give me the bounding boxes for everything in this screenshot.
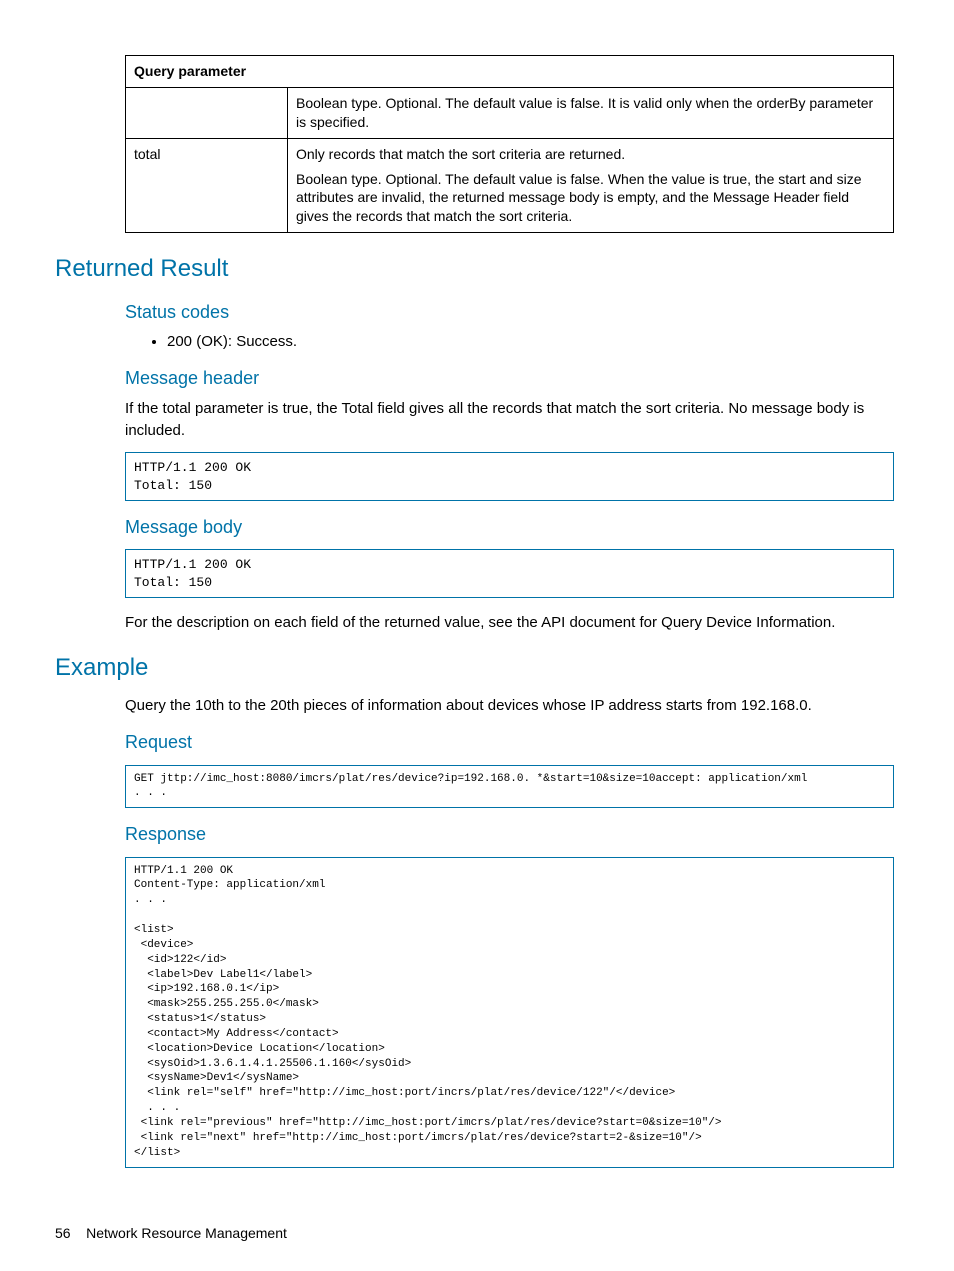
param-desc-cell: Only records that match the sort criteri… (288, 138, 894, 233)
message-header-code: HTTP/1.1 200 OK Total: 150 (125, 452, 894, 501)
status-code-item: 200 (OK): Success. (167, 332, 894, 352)
page-number: 56 (55, 1225, 71, 1241)
table-header-row: Query parameter (126, 56, 894, 88)
param-name-cell: total (126, 138, 288, 233)
table-row: Boolean type. Optional. The default valu… (126, 87, 894, 138)
status-codes-heading: Status codes (125, 300, 894, 324)
message-body-heading: Message body (125, 515, 894, 539)
example-heading: Example (55, 652, 894, 684)
document-page: Query parameter Boolean type. Optional. … (0, 0, 954, 1271)
footer-title: Network Resource Management (86, 1225, 287, 1241)
param-desc-cell: Boolean type. Optional. The default valu… (288, 87, 894, 138)
request-code: GET jttp://imc_host:8080/imcrs/plat/res/… (125, 765, 894, 809)
table-row: total Only records that match the sort c… (126, 138, 894, 233)
page-footer: 56 Network Resource Management (55, 1224, 287, 1243)
response-heading: Response (125, 822, 894, 846)
example-content: Query the 10th to the 20th pieces of inf… (125, 695, 894, 1168)
query-parameter-table: Query parameter Boolean type. Optional. … (125, 55, 894, 233)
message-body-code: HTTP/1.1 200 OK Total: 150 (125, 549, 894, 598)
message-header-text: If the total parameter is true, the Tota… (125, 398, 894, 442)
request-heading: Request (125, 730, 894, 754)
example-intro: Query the 10th to the 20th pieces of inf… (125, 695, 894, 717)
param-name-cell (126, 87, 288, 138)
returned-result-heading: Returned Result (55, 253, 894, 285)
returned-result-content: Status codes 200 (OK): Success. Message … (125, 300, 894, 635)
response-code: HTTP/1.1 200 OK Content-Type: applicatio… (125, 857, 894, 1168)
table-header: Query parameter (126, 56, 894, 88)
message-body-after: For the description on each field of the… (125, 612, 894, 634)
message-header-heading: Message header (125, 366, 894, 390)
status-codes-list: 200 (OK): Success. (125, 332, 894, 352)
